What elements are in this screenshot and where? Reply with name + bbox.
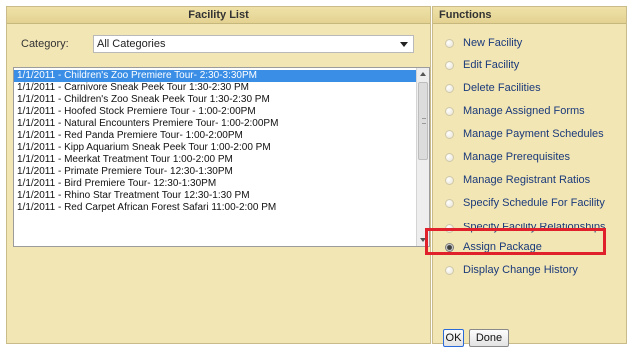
facility-list-item[interactable]: 1/1/2011 - Rhino Star Treatment Tour 12:… — [14, 190, 416, 202]
functions-panel: Functions New Facility Edit Facility Delet… — [432, 6, 627, 344]
facility-listbox[interactable]: 1/1/2011 - Children's Zoo Premiere Tour-… — [13, 67, 430, 247]
category-row: Category: All Categories — [21, 35, 414, 53]
facility-list-header: Facility List — [7, 7, 430, 24]
facility-list-item[interactable]: 1/1/2011 - Carnivore Sneak Peek Tour 1:3… — [14, 82, 416, 94]
function-option[interactable]: Edit Facility — [445, 57, 519, 73]
function-option-label: Delete Facilities — [463, 82, 541, 94]
facility-list-item[interactable]: 1/1/2011 - Red Carpet African Forest Saf… — [14, 202, 416, 214]
function-option[interactable]: Specify Schedule For Facility — [445, 195, 605, 211]
radio-button[interactable] — [445, 129, 454, 139]
radio-button[interactable] — [445, 265, 454, 275]
function-option[interactable]: Manage Registrant Ratios — [445, 172, 590, 188]
scroll-up-button[interactable] — [417, 68, 429, 80]
function-option[interactable]: New Facility — [445, 35, 522, 51]
function-option-label: Manage Registrant Ratios — [463, 174, 591, 186]
category-select-value: All Categories — [97, 38, 166, 50]
radio-button[interactable] — [445, 175, 454, 185]
function-option[interactable]: Manage Payment Schedules — [445, 126, 604, 142]
facility-list-item[interactable]: 1/1/2011 - Kipp Aquarium Sneak Peek Tour… — [14, 142, 416, 154]
category-select[interactable]: All Categories — [93, 35, 414, 53]
facility-list-item[interactable]: 1/1/2011 - Meerkat Treatment Tour 1:00-2… — [14, 154, 416, 166]
facility-list-panel: Facility List Category: All Categories 1… — [6, 6, 431, 344]
assign-package-highlight — [425, 228, 606, 255]
ok-button[interactable]: OK — [443, 329, 464, 347]
scroll-grip-icon — [422, 118, 426, 124]
scroll-up-icon — [420, 72, 426, 76]
radio-button[interactable] — [445, 38, 454, 48]
radio-button[interactable] — [445, 198, 454, 208]
radio-button[interactable] — [445, 152, 454, 162]
facility-list-item[interactable]: 1/1/2011 - Red Panda Premiere Tour- 1:00… — [14, 130, 416, 142]
radio-button[interactable] — [445, 83, 454, 93]
scroll-thumb[interactable] — [418, 82, 428, 160]
facility-list-item[interactable]: 1/1/2011 - Children's Zoo Premiere Tour-… — [14, 70, 416, 82]
facility-list-item[interactable]: 1/1/2011 - Primate Premiere Tour- 12:30-… — [14, 166, 416, 178]
radio-button[interactable] — [445, 60, 454, 70]
function-option-label: Edit Facility — [463, 59, 520, 71]
function-option[interactable]: Manage Assigned Forms — [445, 103, 585, 119]
facility-window: Facility List Category: All Categories 1… — [0, 0, 631, 351]
function-option[interactable]: Delete Facilities — [445, 80, 541, 96]
radio-button[interactable] — [445, 106, 454, 116]
functions-header: Functions — [433, 7, 626, 24]
function-option-label: Specify Schedule For Facility — [463, 197, 605, 209]
facility-items: 1/1/2011 - Children's Zoo Premiere Tour-… — [14, 70, 416, 214]
done-button[interactable]: Done — [469, 329, 509, 347]
function-option-label: Manage Payment Schedules — [463, 128, 604, 140]
facility-list-item[interactable]: 1/1/2011 - Hoofed Stock Premiere Tour - … — [14, 106, 416, 118]
function-option[interactable]: Display Change History — [445, 262, 578, 278]
chevron-down-icon[interactable] — [400, 42, 408, 47]
function-option-label: New Facility — [463, 37, 523, 49]
facility-list-item[interactable]: 1/1/2011 - Bird Premiere Tour- 12:30-1:3… — [14, 178, 416, 190]
function-option-label: Manage Assigned Forms — [463, 105, 585, 117]
facility-list-item[interactable]: 1/1/2011 - Children's Zoo Sneak Peek Tou… — [14, 94, 416, 106]
facility-list-item[interactable]: 1/1/2011 - Natural Encounters Premiere T… — [14, 118, 416, 130]
function-option[interactable]: Manage Prerequisites — [445, 149, 570, 165]
function-option-label: Display Change History — [463, 264, 578, 276]
listbox-scrollbar[interactable] — [416, 68, 429, 246]
function-option-label: Manage Prerequisites — [463, 151, 571, 163]
category-label: Category: — [21, 38, 69, 50]
